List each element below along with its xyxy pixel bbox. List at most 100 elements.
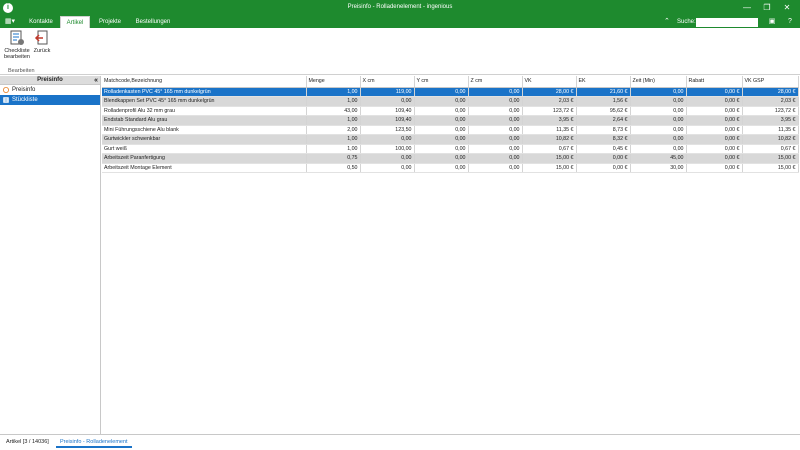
- column-header[interactable]: VK GSP: [742, 76, 799, 88]
- table-row[interactable]: Blendkappen Set PVC 45° 165 mm dunkelgrü…: [102, 96, 799, 107]
- table-cell[interactable]: 0,00 €: [686, 115, 743, 126]
- column-header[interactable]: Matchcode,Bezeichnung: [102, 76, 307, 88]
- table-cell[interactable]: 123,50: [360, 125, 415, 135]
- table-cell[interactable]: 15,00 €: [522, 153, 577, 164]
- table-cell[interactable]: 0,45 €: [576, 144, 631, 154]
- table-cell[interactable]: 0,67 €: [742, 144, 799, 154]
- table-cell[interactable]: 3,95 €: [522, 115, 577, 126]
- table-cell[interactable]: 123,72 €: [742, 106, 799, 116]
- table-cell[interactable]: 123,72 €: [522, 106, 577, 116]
- table-cell[interactable]: 0,50: [306, 163, 361, 173]
- table-cell[interactable]: 0,00: [468, 125, 523, 135]
- tab-bestellungen[interactable]: Bestellungen: [130, 16, 176, 28]
- table-cell[interactable]: 0,00 €: [686, 125, 743, 135]
- table-cell[interactable]: 0,75: [306, 153, 361, 164]
- table-cell[interactable]: 109,40: [360, 115, 415, 126]
- table-cell[interactable]: 0,00 €: [686, 106, 743, 116]
- calendar-icon[interactable]: ▣: [766, 17, 778, 27]
- table-cell[interactable]: Blendkappen Set PVC 45° 165 mm dunkelgrü…: [102, 96, 307, 107]
- table-cell[interactable]: Rolladenprofil Alu 32 mm grau: [102, 106, 307, 116]
- table-cell[interactable]: 0,00: [630, 96, 687, 107]
- table-row[interactable]: Rolladenprofil Alu 32 mm grau 43,00 109,40…: [102, 106, 799, 116]
- table-cell[interactable]: 21,60 €: [576, 87, 631, 97]
- table-cell[interactable]: 0,00: [414, 125, 469, 135]
- table-cell[interactable]: 28,00 €: [742, 87, 799, 97]
- table-cell[interactable]: 0,00: [414, 153, 469, 164]
- table-cell[interactable]: 0,00: [630, 106, 687, 116]
- table-cell[interactable]: Endstab Standard Alu grau: [102, 115, 307, 126]
- collapse-left-icon[interactable]: «: [94, 76, 98, 85]
- table-cell[interactable]: 3,95 €: [742, 115, 799, 126]
- column-header[interactable]: EK: [576, 76, 631, 88]
- restore-button[interactable]: ❐: [760, 2, 774, 14]
- table-cell[interactable]: 28,00 €: [522, 87, 577, 97]
- tab-kontakte[interactable]: Kontakte: [22, 16, 60, 28]
- table-row[interactable]: Gurtwickler schwenkbar 1,00 0,00 0,00 0,00 10…: [102, 134, 799, 145]
- table-cell[interactable]: 0,00 €: [686, 87, 743, 97]
- table-cell[interactable]: 43,00: [306, 106, 361, 116]
- table-cell[interactable]: 1,00: [306, 87, 361, 97]
- table-cell[interactable]: 1,00: [306, 134, 361, 145]
- table-cell[interactable]: 0,00: [414, 134, 469, 145]
- table-cell[interactable]: 8,32 €: [576, 134, 631, 145]
- table-cell[interactable]: 0,00 €: [686, 144, 743, 154]
- table-cell[interactable]: 11,35 €: [522, 125, 577, 135]
- sidebar-item-stueckliste[interactable]: Stückliste: [0, 95, 100, 105]
- table-cell[interactable]: 0,00: [414, 106, 469, 116]
- table-cell[interactable]: 0,00: [414, 163, 469, 173]
- table-cell[interactable]: Arbeitszeit Montage Element: [102, 163, 307, 173]
- table-cell[interactable]: Mini Führungsschiene Alu blank: [102, 125, 307, 135]
- table-cell[interactable]: 0,00: [630, 87, 687, 97]
- back-button[interactable]: Zurück: [32, 30, 52, 54]
- table-cell[interactable]: 109,40: [360, 106, 415, 116]
- table-cell[interactable]: 0,00: [360, 163, 415, 173]
- table-cell[interactable]: 0,00: [468, 134, 523, 145]
- table-row[interactable]: Gurt weiß 1,00 100,00 0,00 0,00 0,67 €0,45 €0…: [102, 144, 799, 154]
- table-cell[interactable]: 0,67 €: [522, 144, 577, 154]
- table-cell[interactable]: 0,00: [468, 163, 523, 173]
- table-cell[interactable]: 11,35 €: [742, 125, 799, 135]
- table-cell[interactable]: 2,64 €: [576, 115, 631, 126]
- column-header[interactable]: Menge: [306, 76, 361, 88]
- table-cell[interactable]: 0,00 €: [576, 163, 631, 173]
- table-cell[interactable]: 100,00: [360, 144, 415, 154]
- table-cell[interactable]: 0,00: [360, 134, 415, 145]
- table-cell[interactable]: 8,73 €: [576, 125, 631, 135]
- table-cell[interactable]: 0,00: [414, 96, 469, 107]
- table-cell[interactable]: 0,00: [630, 125, 687, 135]
- column-header[interactable]: X cm: [360, 76, 415, 88]
- table-row[interactable]: Arbeitszeit Montage Element 0,50 0,00 0,00 0…: [102, 163, 799, 173]
- app-menu-icon[interactable]: ▦▾: [2, 17, 18, 27]
- table-cell[interactable]: 15,00 €: [742, 163, 799, 173]
- table-cell[interactable]: 0,00: [414, 87, 469, 97]
- table-cell[interactable]: 119,00: [360, 87, 415, 97]
- table-cell[interactable]: 10,82 €: [522, 134, 577, 145]
- table-cell[interactable]: 0,00 €: [576, 153, 631, 164]
- help-icon[interactable]: ?: [784, 17, 796, 27]
- table-cell[interactable]: 45,00: [630, 153, 687, 164]
- bottom-tab-artikel[interactable]: Artikel [3 / 14036]: [2, 437, 53, 448]
- table-cell[interactable]: Rolladenkasten PVC 45° 165 mm dunkelgrün: [102, 87, 307, 97]
- table-cell[interactable]: 0,00 €: [686, 163, 743, 173]
- table-cell[interactable]: 95,62 €: [576, 106, 631, 116]
- table-cell[interactable]: Gurtwickler schwenkbar: [102, 134, 307, 145]
- sidebar-item-preisinfo[interactable]: Preisinfo: [0, 85, 100, 95]
- table-cell[interactable]: 10,82 €: [742, 134, 799, 145]
- table-cell[interactable]: 0,00 €: [686, 96, 743, 107]
- table-cell[interactable]: 0,00: [468, 153, 523, 164]
- table-cell[interactable]: 0,00: [414, 144, 469, 154]
- minimize-button[interactable]: —: [740, 2, 754, 14]
- column-header[interactable]: Zeit (Min): [630, 76, 687, 88]
- search-input[interactable]: [696, 18, 758, 27]
- table-cell[interactable]: 0,00: [468, 115, 523, 126]
- table-cell[interactable]: 1,00: [306, 96, 361, 107]
- table-row[interactable]: Rolladenkasten PVC 45° 165 mm dunkelgrün…: [102, 87, 799, 97]
- table-cell[interactable]: 0,00: [630, 115, 687, 126]
- table-cell[interactable]: 0,00: [360, 153, 415, 164]
- table-cell[interactable]: 0,00: [360, 96, 415, 107]
- close-button[interactable]: ✕: [780, 2, 794, 14]
- table-cell[interactable]: 1,00: [306, 144, 361, 154]
- bottom-tab-preisinfo[interactable]: Preisinfo - Rolladenelement: [56, 437, 132, 448]
- table-cell[interactable]: 0,00: [468, 106, 523, 116]
- column-header[interactable]: Rabatt: [686, 76, 743, 88]
